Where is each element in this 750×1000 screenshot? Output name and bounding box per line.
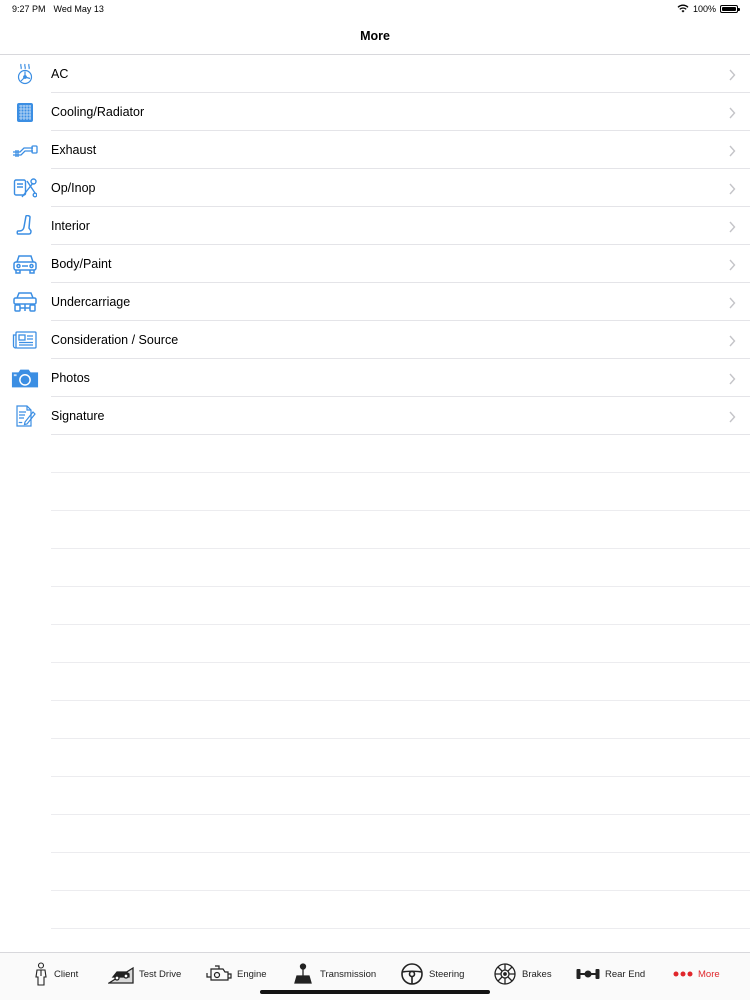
- page-title: More: [360, 29, 390, 43]
- test-drive-icon: [108, 964, 134, 984]
- signature-icon: [11, 404, 39, 428]
- gear-shift-icon: [291, 963, 315, 985]
- chevron-right-icon: [728, 68, 736, 81]
- camera-icon: [11, 366, 39, 390]
- tab-label: More: [698, 968, 720, 980]
- ac-fan-icon: [11, 62, 39, 86]
- list-item-cooling-radiator[interactable]: Cooling/Radiator: [0, 93, 750, 131]
- list-item-ac[interactable]: AC: [0, 55, 750, 93]
- engine-icon: [206, 964, 232, 984]
- seat-icon: [11, 214, 39, 238]
- list-item-label: Op/Inop: [51, 181, 96, 195]
- list-item-signature[interactable]: Signature: [0, 397, 750, 435]
- tab-label: Test Drive: [139, 968, 182, 980]
- empty-row: [51, 853, 750, 891]
- status-bar: 9:27 PM Wed May 13 100%: [0, 0, 750, 18]
- list-item-label: AC: [51, 67, 69, 81]
- tab-label: Rear End: [605, 968, 646, 980]
- tab-test-drive[interactable]: Test Drive: [108, 961, 181, 987]
- tab-label: Client: [54, 968, 79, 980]
- list-item-consideration-source[interactable]: Consideration / Source: [0, 321, 750, 359]
- home-indicator[interactable]: [260, 990, 490, 994]
- chevron-right-icon: [728, 258, 736, 271]
- empty-row: [51, 435, 750, 473]
- chevron-right-icon: [728, 106, 736, 119]
- chevron-right-icon: [728, 144, 736, 157]
- tab-bar: Client Test Drive Engine Transmission St: [0, 952, 750, 1000]
- empty-row: [51, 701, 750, 739]
- empty-row: [51, 739, 750, 777]
- tab-label: Engine: [237, 968, 267, 980]
- empty-row: [51, 777, 750, 815]
- tab-client[interactable]: Client: [33, 961, 78, 987]
- tab-steering[interactable]: Steering: [400, 961, 464, 987]
- chevron-right-icon: [728, 182, 736, 195]
- status-time: 9:27 PM: [12, 4, 46, 14]
- empty-row: [51, 815, 750, 853]
- chevron-right-icon: [728, 334, 736, 347]
- empty-row: [51, 587, 750, 625]
- exhaust-icon: [11, 138, 39, 162]
- tab-rear-end[interactable]: Rear End: [576, 961, 645, 987]
- list-item-undercarriage[interactable]: Undercarriage: [0, 283, 750, 321]
- list-item-body-paint[interactable]: Body/Paint: [0, 245, 750, 283]
- empty-row: [51, 663, 750, 701]
- list-item-label: Signature: [51, 409, 105, 423]
- screen: 9:27 PM Wed May 13 100% More AC Cooling/…: [0, 0, 750, 1000]
- list-item-label: Interior: [51, 219, 90, 233]
- battery-icon: [720, 5, 740, 13]
- brake-disc-icon: [493, 962, 517, 986]
- status-date: Wed May 13: [53, 4, 104, 14]
- chevron-right-icon: [728, 296, 736, 309]
- list-item-label: Undercarriage: [51, 295, 131, 309]
- empty-row: [51, 549, 750, 587]
- newspaper-icon: [11, 328, 39, 352]
- tab-label: Transmission: [320, 968, 377, 980]
- list-item-photos[interactable]: Photos: [0, 359, 750, 397]
- list-item-label: Body/Paint: [51, 257, 112, 271]
- chevron-right-icon: [728, 220, 736, 233]
- empty-list-area: [51, 435, 750, 929]
- empty-row: [51, 511, 750, 549]
- menu-list: AC Cooling/Radiator Exhaust Op/Inop Inte…: [0, 55, 750, 435]
- list-item-label: Photos: [51, 371, 90, 385]
- list-item-label: Cooling/Radiator: [51, 105, 145, 119]
- tab-brakes[interactable]: Brakes: [493, 961, 552, 987]
- undercarriage-icon: [11, 290, 39, 314]
- tab-label: Steering: [429, 968, 465, 980]
- tools-icon: [11, 176, 39, 200]
- wifi-icon: [677, 4, 689, 15]
- radiator-icon: [11, 100, 39, 124]
- tab-label: Brakes: [522, 968, 552, 980]
- more-dots-icon: [673, 971, 693, 977]
- list-item-label: Exhaust: [51, 143, 97, 157]
- tab-more[interactable]: More: [673, 961, 720, 987]
- empty-row: [51, 625, 750, 663]
- list-item-label: Consideration / Source: [51, 333, 179, 347]
- person-icon: [33, 962, 49, 986]
- list-item-interior[interactable]: Interior: [0, 207, 750, 245]
- chevron-right-icon: [728, 410, 736, 423]
- car-body-icon: [11, 252, 39, 276]
- battery-percent: 100%: [692, 4, 716, 14]
- list-item-exhaust[interactable]: Exhaust: [0, 131, 750, 169]
- tab-engine[interactable]: Engine: [206, 961, 267, 987]
- empty-row: [51, 473, 750, 511]
- chevron-right-icon: [728, 372, 736, 385]
- steering-wheel-icon: [400, 962, 424, 986]
- list-item-op-inop[interactable]: Op/Inop: [0, 169, 750, 207]
- axle-icon: [576, 966, 600, 982]
- navigation-bar: More: [0, 18, 750, 55]
- tab-transmission[interactable]: Transmission: [291, 961, 376, 987]
- empty-row: [51, 891, 750, 929]
